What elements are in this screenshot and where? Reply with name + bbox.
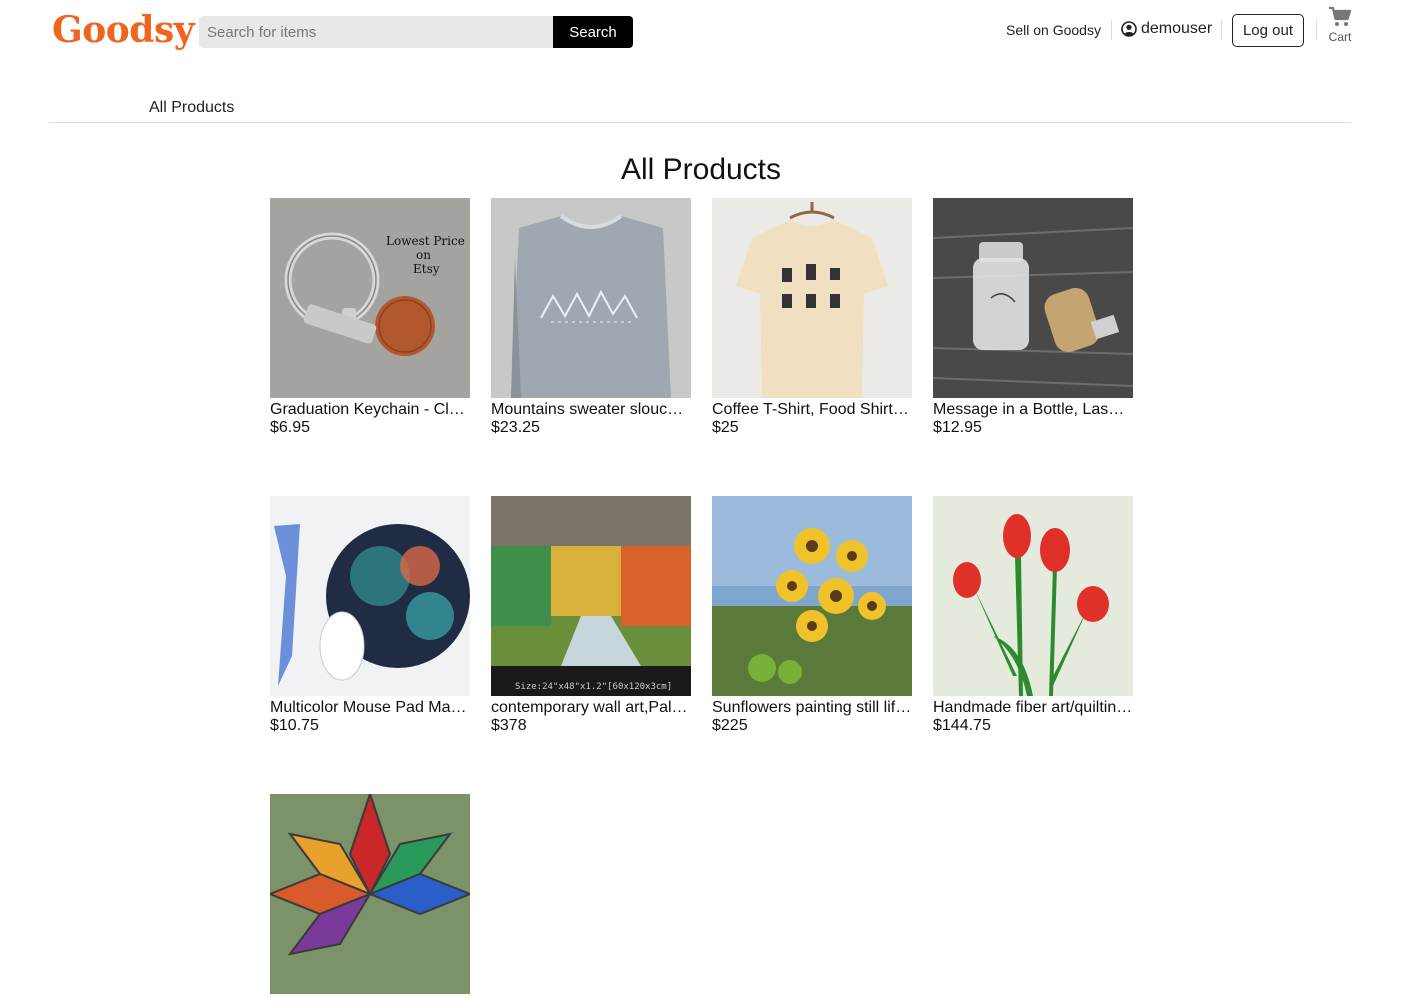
page-title: All Products xyxy=(620,153,782,186)
goodsy-logo[interactable]: Goodsy xyxy=(52,6,195,54)
product-card[interactable]: Message in a Bottle, Laser Engraved USB … xyxy=(933,198,1133,437)
product-image-bottle[interactable] xyxy=(933,198,1133,398)
header-divider xyxy=(1221,20,1222,40)
header-divider xyxy=(1111,20,1112,40)
product-price: $25 xyxy=(712,419,739,436)
nav-item-all-products[interactable]: All Products xyxy=(149,98,234,118)
svg-text:Size:24"x48"x1.2"[60x120x3cm]: Size:24"x48"x1.2"[60x120x3cm] xyxy=(515,682,672,692)
product-price: $6.95 xyxy=(270,419,311,436)
product-title[interactable]: contemporary wall art,Palette knife pain… xyxy=(491,699,691,717)
product-image-coffee-tshirt[interactable] xyxy=(712,198,912,398)
product-image-sweater[interactable] xyxy=(491,198,691,398)
search-bar: Search xyxy=(199,16,633,48)
product-image-stained-glass[interactable] xyxy=(270,794,470,994)
product-title[interactable]: Mountains sweater slouchy pullover xyxy=(491,401,691,419)
product-price: $23.25 xyxy=(491,419,540,436)
product-grid: Lowest Price on Etsy Graduation Keychain… xyxy=(270,198,1154,997)
product-title[interactable]: Coffee T-Shirt, Food Shirt, Coffee Maker… xyxy=(712,401,912,419)
product-image-keychain[interactable]: Lowest Price on Etsy xyxy=(270,198,470,398)
svg-text:Lowest Price: Lowest Price xyxy=(386,234,465,248)
product-card[interactable]: Coffee T-Shirt, Food Shirt, Coffee Maker… xyxy=(712,198,912,437)
product-price: $144.75 xyxy=(933,717,991,734)
product-card[interactable] xyxy=(270,794,470,997)
user-menu[interactable]: demouser xyxy=(1121,19,1212,39)
product-price: $12.95 xyxy=(933,419,982,436)
cart-button[interactable]: Cart xyxy=(1326,6,1354,44)
product-card[interactable]: Lowest Price on Etsy Graduation Keychain… xyxy=(270,198,470,437)
product-card[interactable]: Mountains sweater slouchy pullover $23.2… xyxy=(491,198,691,437)
product-price: $10.75 xyxy=(270,717,319,734)
product-price: $378 xyxy=(491,717,527,734)
product-title[interactable]: Handmade fiber art/quilting red tulips xyxy=(933,699,1133,717)
product-image-wall-art[interactable]: Size:24"x48"x1.2"[60x120x3cm] xyxy=(491,496,691,696)
product-image-sunflowers[interactable] xyxy=(712,496,912,696)
user-circle-icon xyxy=(1121,21,1137,37)
header: Goodsy Search Sell on Goodsy demouser Lo… xyxy=(0,0,1416,64)
product-card[interactable]: Size:24"x48"x1.2"[60x120x3cm] contempora… xyxy=(491,496,691,735)
product-title[interactable]: Graduation Keychain - Class of 2019 Penn… xyxy=(270,401,470,419)
header-divider xyxy=(1316,20,1317,40)
shopping-cart-icon xyxy=(1329,6,1352,26)
category-nav: All Products xyxy=(49,96,1351,123)
product-card[interactable]: Handmade fiber art/quilting red tulips $… xyxy=(933,496,1133,735)
product-card[interactable]: Sunflowers painting still life oil $225 xyxy=(712,496,912,735)
search-button[interactable]: Search xyxy=(553,16,633,48)
svg-text:on: on xyxy=(416,248,431,262)
product-card[interactable]: Multicolor Mouse Pad Marble Galaxy $10.7… xyxy=(270,496,470,735)
product-title[interactable]: Sunflowers painting still life oil xyxy=(712,699,912,717)
product-image-tulips[interactable] xyxy=(933,496,1133,696)
product-image-mouse-pad[interactable] xyxy=(270,496,470,696)
search-input[interactable] xyxy=(199,16,553,48)
product-title[interactable]: Message in a Bottle, Laser Engraved USB xyxy=(933,401,1133,419)
logout-button[interactable]: Log out xyxy=(1232,14,1304,47)
cart-label: Cart xyxy=(1328,30,1352,44)
product-price: $225 xyxy=(712,717,748,734)
svg-text:Etsy: Etsy xyxy=(413,262,440,276)
product-title[interactable]: Multicolor Mouse Pad Marble Galaxy xyxy=(270,699,470,717)
username: demouser xyxy=(1141,20,1213,37)
sell-on-goodsy-link[interactable]: Sell on Goodsy xyxy=(1006,21,1101,39)
